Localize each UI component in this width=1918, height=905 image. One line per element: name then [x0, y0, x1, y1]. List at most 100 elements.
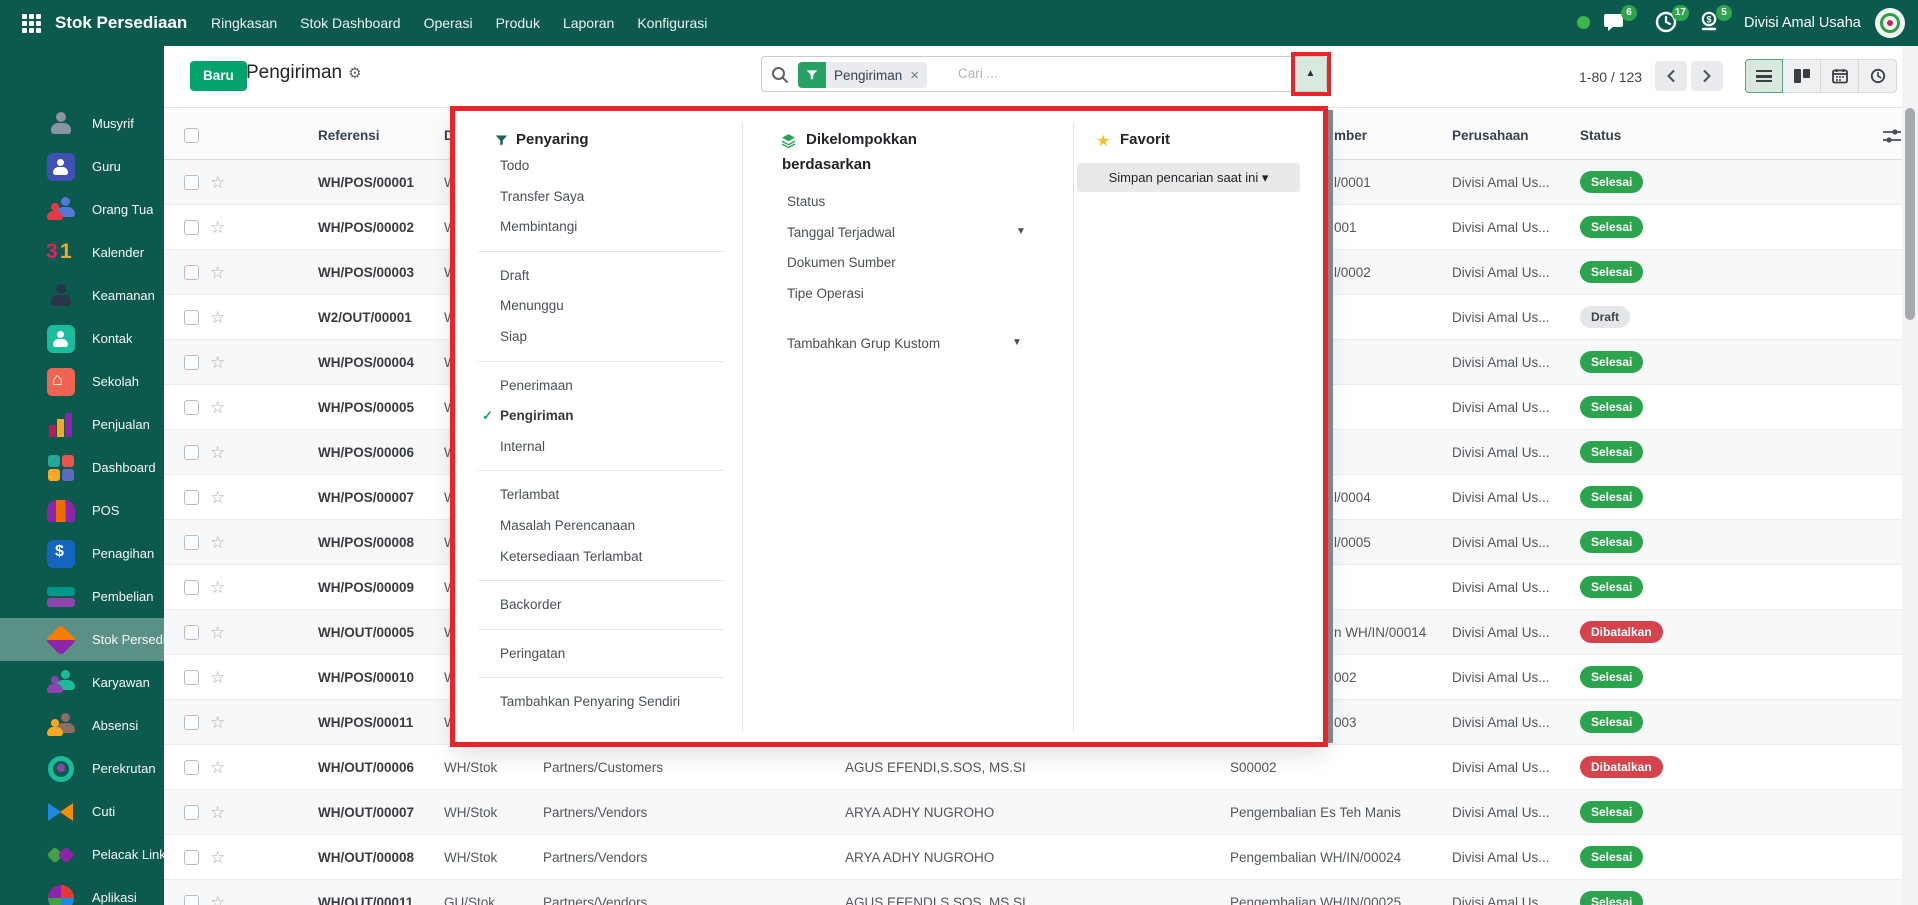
row-checkbox[interactable] — [184, 445, 199, 460]
row-star-icon[interactable]: ☆ — [210, 790, 225, 835]
sidebar-item-penagihan[interactable]: $Penagihan — [0, 532, 164, 575]
filter-item-transfer-saya[interactable]: Transfer Saya — [500, 187, 584, 207]
sidebar-item-keamanan[interactable]: Keamanan — [0, 274, 164, 317]
pager-next-button[interactable] — [1691, 61, 1723, 91]
table-row[interactable]: ☆WH/OUT/00006WH/StokPartners/CustomersAG… — [164, 745, 1902, 790]
sidebar-item-stok-persediaan[interactable]: Stok Persediaan — [0, 618, 164, 661]
navbar-menu-operasi[interactable]: Operasi — [424, 15, 473, 31]
gear-icon[interactable]: ⚙ — [348, 65, 361, 82]
filter-item-internal[interactable]: Internal — [500, 437, 545, 457]
groupby-item-dokumen-sumber[interactable]: Dokumen Sumber — [787, 253, 896, 273]
navbar-menu-produk[interactable]: Produk — [496, 15, 540, 31]
row-star-icon[interactable]: ☆ — [210, 340, 225, 385]
search-options-toggle[interactable]: ▲ — [1295, 56, 1327, 92]
app-brand[interactable]: Stok Persediaan — [55, 0, 187, 46]
search-facet[interactable]: Pengiriman × — [798, 62, 927, 88]
filter-item-todo[interactable]: Todo — [500, 156, 529, 176]
select-all-checkbox[interactable] — [184, 128, 199, 143]
apps-grid-icon[interactable] — [22, 14, 41, 33]
filter-item-pengiriman[interactable]: Pengiriman✓ — [500, 406, 574, 426]
sidebar-item-perekrutan[interactable]: Perekrutan — [0, 747, 164, 790]
sidebar-item-sekolah[interactable]: ⌂Sekolah — [0, 360, 164, 403]
add-custom-group[interactable]: Tambahkan Grup Kustom — [787, 334, 940, 354]
sidebar-item-absensi[interactable]: Absensi — [0, 704, 164, 747]
chevron-down-icon[interactable]: ▼ — [1016, 226, 1026, 237]
sidebar-item-cuti[interactable]: Cuti — [0, 790, 164, 833]
sidebar-item-pos[interactable]: POS — [0, 489, 164, 532]
row-checkbox[interactable] — [184, 895, 199, 905]
groupby-item-tanggal-terjadwal[interactable]: Tanggal Terjadwal — [787, 223, 895, 243]
filter-item-draft[interactable]: Draft — [500, 266, 529, 286]
sidebar-item-guru[interactable]: Guru — [0, 145, 164, 188]
groupby-item-tipe-operasi[interactable]: Tipe Operasi — [787, 284, 864, 304]
navbar-menu-konfigurasi[interactable]: Konfigurasi — [637, 15, 707, 31]
row-checkbox[interactable] — [184, 850, 199, 865]
clock-icon[interactable]: 17 — [1654, 10, 1680, 36]
row-checkbox[interactable] — [184, 400, 199, 415]
company-switcher[interactable]: Divisi Amal Usaha — [1744, 0, 1861, 46]
filter-item-membintangi[interactable]: Membintangi — [500, 217, 577, 237]
row-checkbox[interactable] — [184, 670, 199, 685]
filter-item-penerimaan[interactable]: Penerimaan — [500, 376, 573, 396]
sidebar-item-pembelian[interactable]: Pembelian — [0, 575, 164, 618]
row-checkbox[interactable] — [184, 805, 199, 820]
row-star-icon[interactable]: ☆ — [210, 700, 225, 745]
row-star-icon[interactable]: ☆ — [210, 430, 225, 475]
column-header-dokumen-sumber[interactable]: mber — [1334, 112, 1367, 160]
dropdown-scrollbar[interactable] — [1325, 110, 1333, 743]
row-star-icon[interactable]: ☆ — [210, 655, 225, 700]
table-row[interactable]: ☆WH/OUT/00007WH/StokPartners/VendorsARYA… — [164, 790, 1902, 835]
calendar-view-button[interactable] — [1821, 59, 1859, 93]
navbar-menu-stok-dashboard[interactable]: Stok Dashboard — [300, 15, 400, 31]
row-star-icon[interactable]: ☆ — [210, 880, 225, 905]
pager-previous-button[interactable] — [1655, 61, 1687, 91]
search-input[interactable]: Cari ... — [958, 57, 998, 91]
sidebar-item-dashboard[interactable]: Dashboard — [0, 446, 164, 489]
new-button[interactable]: Baru — [190, 61, 247, 91]
filter-item-menunggu[interactable]: Menunggu — [500, 296, 564, 316]
row-star-icon[interactable]: ☆ — [210, 610, 225, 655]
column-header-status[interactable]: Status — [1580, 112, 1621, 160]
remove-facet-icon[interactable]: × — [910, 67, 927, 84]
row-star-icon[interactable]: ☆ — [210, 835, 225, 880]
row-checkbox[interactable] — [184, 175, 199, 190]
row-star-icon[interactable]: ☆ — [210, 250, 225, 295]
row-star-icon[interactable]: ☆ — [210, 295, 225, 340]
column-header-referensi[interactable]: Referensi — [318, 112, 380, 160]
row-star-icon[interactable]: ☆ — [210, 205, 225, 250]
sidebar-item-musyrif[interactable]: Musyrif — [0, 102, 164, 145]
list-view-button[interactable] — [1745, 59, 1783, 93]
row-star-icon[interactable]: ☆ — [210, 160, 225, 205]
filter-item-ketersediaan-terlambat[interactable]: Ketersediaan Terlambat — [500, 547, 642, 567]
filter-item-backorder[interactable]: Backorder — [500, 595, 562, 615]
filter-item-peringatan[interactable]: Peringatan — [500, 644, 565, 664]
window-scrollbar[interactable] — [1902, 46, 1918, 905]
sidebar-item-penjualan[interactable]: Penjualan — [0, 403, 164, 446]
activity-view-button[interactable] — [1859, 59, 1897, 93]
sidebar-item-pelacak-link[interactable]: Pelacak Link — [0, 833, 164, 876]
row-star-icon[interactable]: ☆ — [210, 745, 225, 790]
filter-item-siap[interactable]: Siap — [500, 327, 527, 347]
table-row[interactable]: ☆WH/OUT/00011GU/StokPartners/VendorsAGUS… — [164, 880, 1902, 905]
navbar-menu-laporan[interactable]: Laporan — [563, 15, 614, 31]
chevron-down-icon[interactable]: ▼ — [1012, 337, 1022, 348]
row-star-icon[interactable]: ☆ — [210, 475, 225, 520]
row-checkbox[interactable] — [184, 355, 199, 370]
user-avatar[interactable] — [1875, 8, 1905, 38]
row-checkbox[interactable] — [184, 220, 199, 235]
row-checkbox[interactable] — [184, 535, 199, 550]
sidebar-item-orang-tua[interactable]: Orang Tua — [0, 188, 164, 231]
kanban-view-button[interactable] — [1783, 59, 1821, 93]
filter-item-terlambat[interactable]: Terlambat — [500, 485, 559, 505]
column-header-perusahaan[interactable]: Perusahaan — [1452, 112, 1529, 160]
row-checkbox[interactable] — [184, 625, 199, 640]
payment-icon[interactable]: $ 5 — [1697, 10, 1723, 36]
column-header-dari[interactable]: D — [444, 112, 454, 160]
groupby-item-status[interactable]: Status — [787, 192, 825, 212]
table-row[interactable]: ☆WH/OUT/00008WH/StokPartners/VendorsARYA… — [164, 835, 1902, 880]
navbar-menu-ringkasan[interactable]: Ringkasan — [211, 15, 277, 31]
save-current-search-button[interactable]: Simpan pencarian saat ini ▾ — [1077, 163, 1300, 192]
chat-bubble-icon[interactable]: 6 — [1602, 10, 1628, 36]
sidebar-item-kontak[interactable]: Kontak — [0, 317, 164, 360]
row-star-icon[interactable]: ☆ — [210, 385, 225, 430]
